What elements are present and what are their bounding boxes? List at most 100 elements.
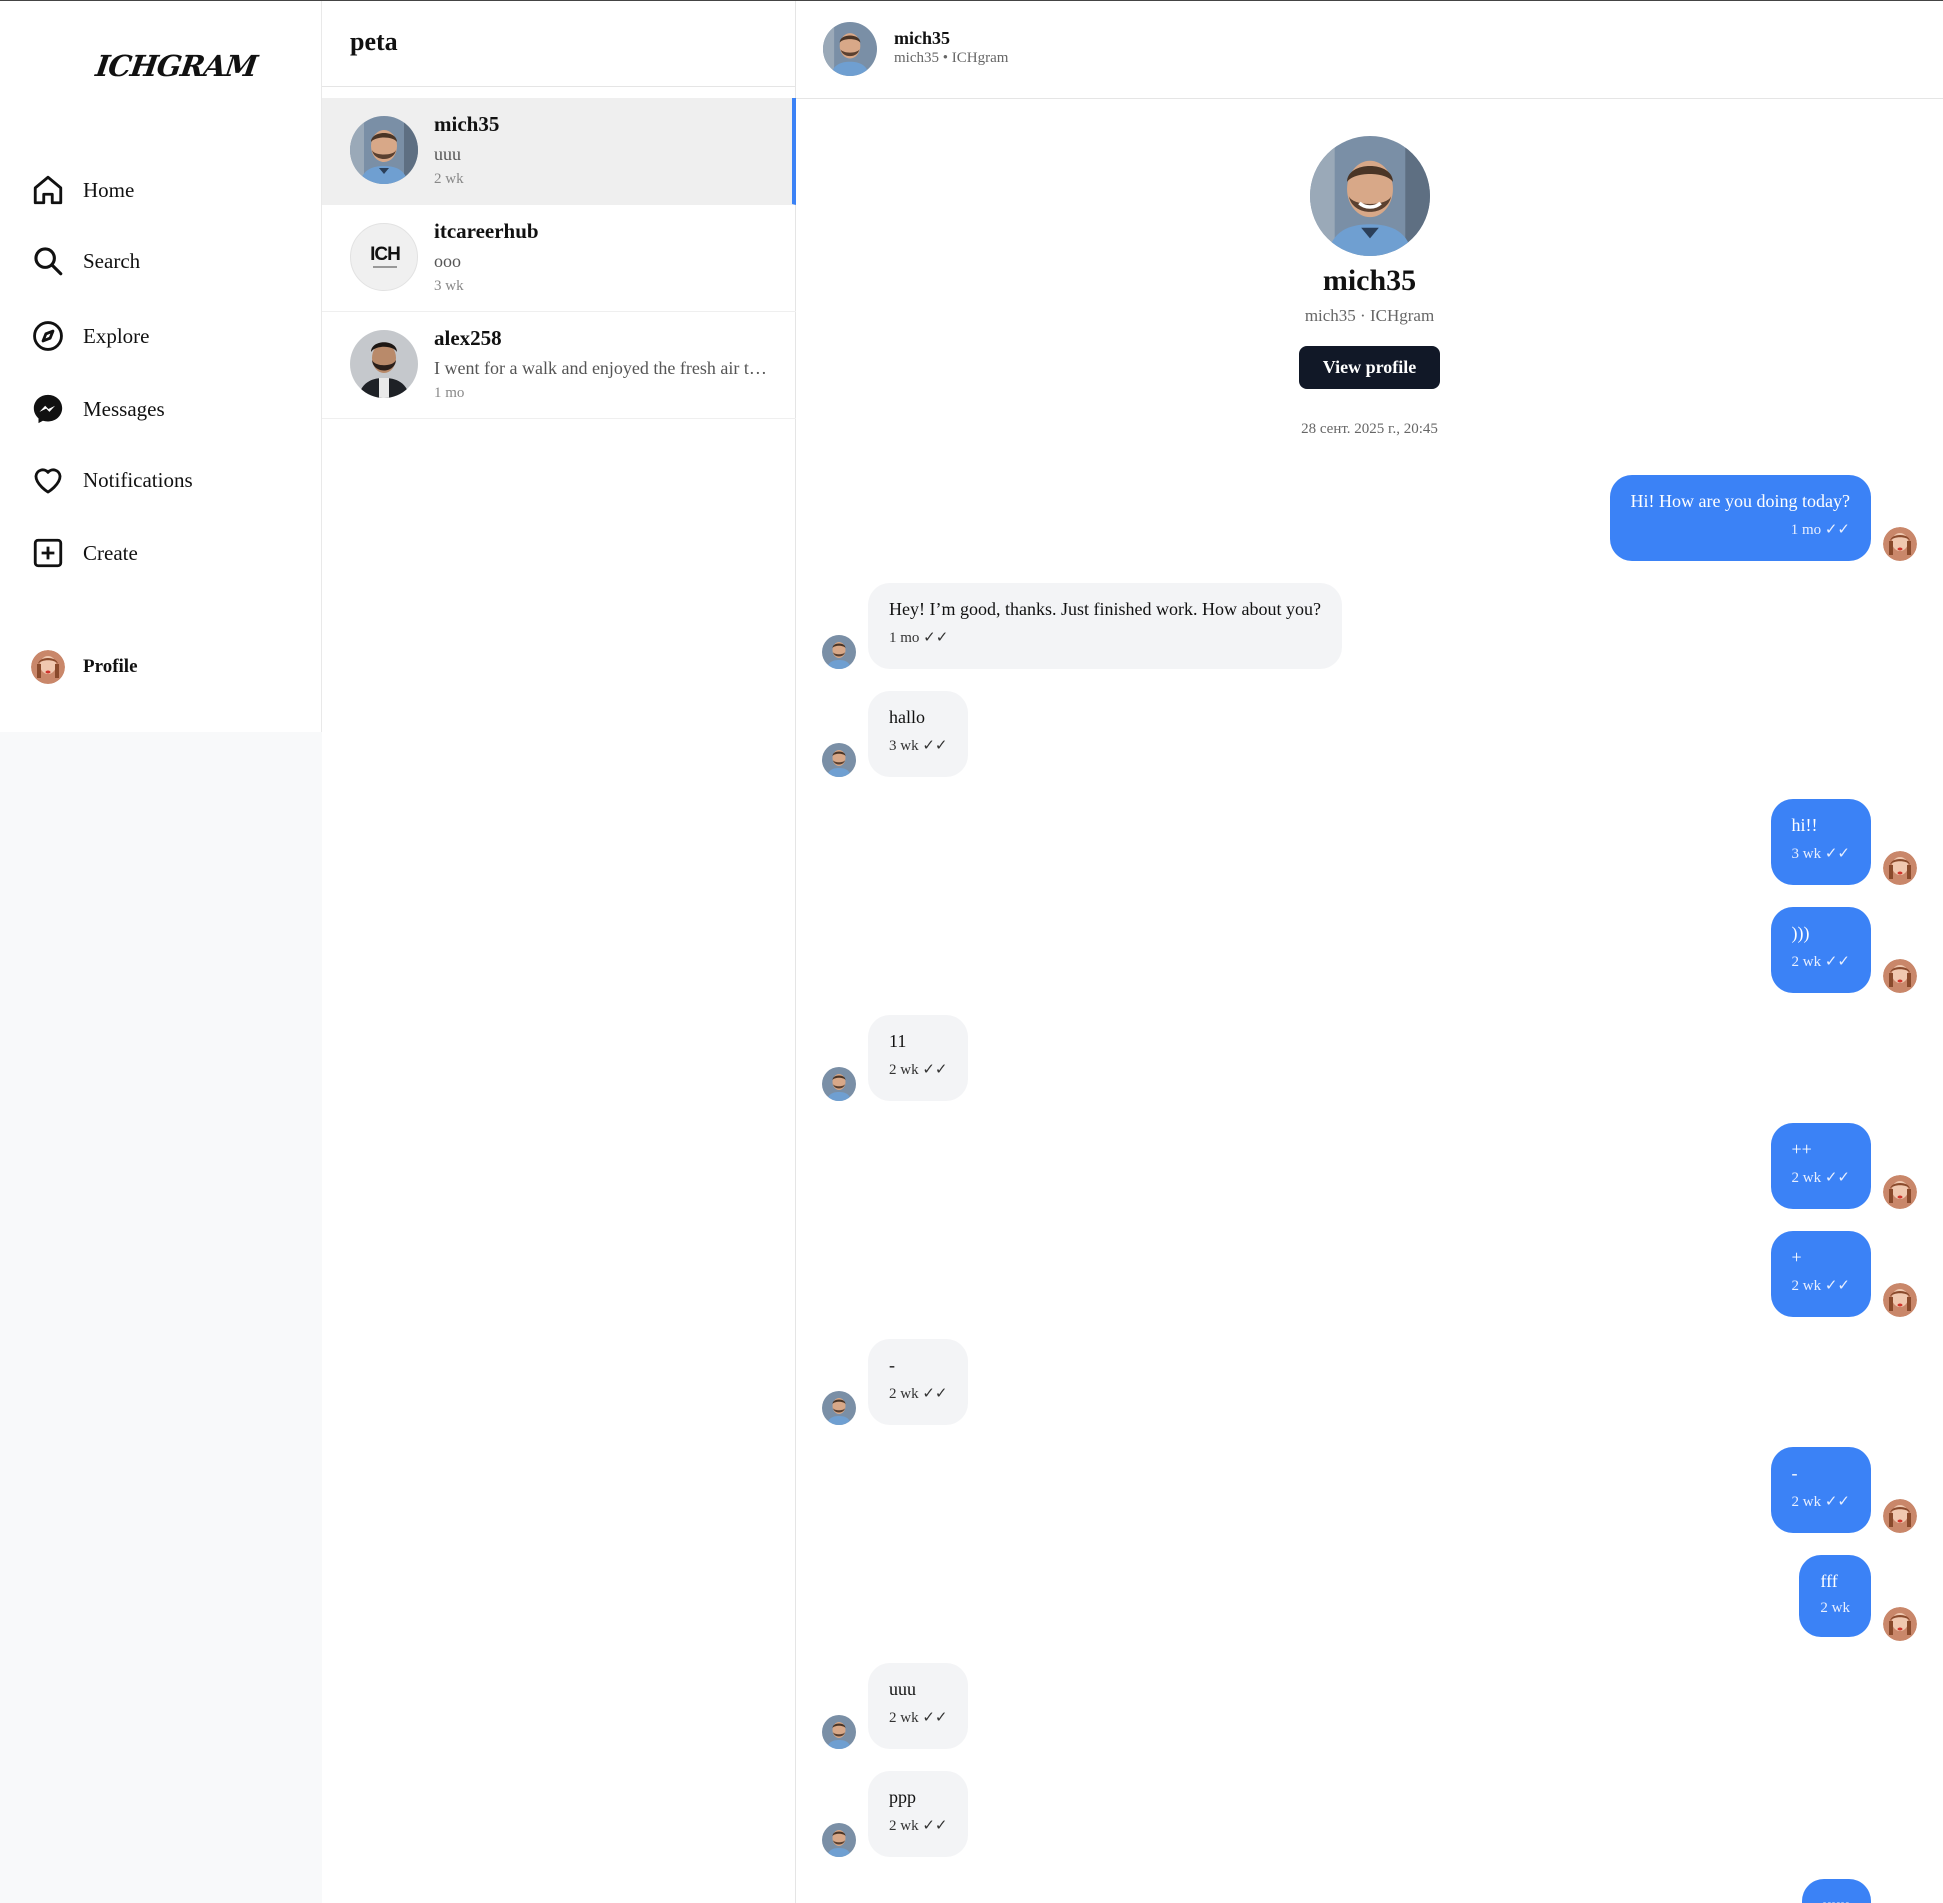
avatar (1883, 1607, 1917, 1641)
sidebar-item-search[interactable]: Search (31, 244, 140, 278)
sidebar-item-home[interactable]: Home (31, 173, 134, 207)
messenger-icon (33, 394, 63, 424)
avatar (822, 1067, 856, 1101)
message-time: 1 mo ✓✓ (1790, 522, 1850, 538)
message-incoming: Hey! I’m good, thanks. Just finished wor… (868, 583, 1342, 669)
sidebar-item-label: Messages (83, 396, 165, 421)
avatar-logo-line (373, 266, 397, 268)
message-bubble[interactable]: hallo 3 wk ✓✓ (868, 691, 969, 777)
avatar: ICH (350, 223, 418, 291)
avatar (1883, 527, 1917, 561)
message-time: 2 wk ✓✓ (889, 1710, 948, 1726)
conversation-list: peta mich35 uuu 2 wk ICH itcareerhub ooo… (322, 1, 796, 1903)
message-text: + (1791, 1247, 1802, 1267)
sidebar-item-notifications[interactable]: Notifications (31, 463, 193, 497)
home-icon (33, 175, 63, 205)
chat-header-subtitle: mich35 • ICHgram (894, 50, 1009, 66)
search-icon (34, 247, 63, 276)
conversation-item-alex258[interactable]: alex258 I went for a walk and enjoyed th… (322, 312, 796, 419)
sidebar-item-messages[interactable]: Messages (31, 392, 165, 426)
intro-subtitle: mich35 · ICHgram (1304, 306, 1435, 325)
conversation-list-header: peta (322, 1, 795, 87)
message-time: 2 wk ✓✓ (889, 1818, 948, 1834)
avatar (1883, 1175, 1917, 1209)
conversation-name: mich35 (434, 112, 500, 136)
message-bubble[interactable]: - 2 wk ✓✓ (1770, 1447, 1871, 1533)
message-outgoing: uuu (1802, 1879, 1871, 1903)
sidebar-item-label: Profile (83, 656, 138, 677)
message-outgoing: ++ 2 wk ✓✓ (1770, 1123, 1871, 1209)
message-bubble[interactable]: ))) 2 wk ✓✓ (1770, 907, 1871, 993)
avatar (822, 1823, 856, 1857)
message-time: 2 wk ✓✓ (889, 1386, 948, 1402)
message-incoming: uuu 2 wk ✓✓ (868, 1663, 969, 1749)
message-bubble[interactable]: Hey! I’m good, thanks. Just finished wor… (868, 583, 1342, 669)
message-text: - (889, 1355, 895, 1375)
conversation-list-title: peta (350, 27, 398, 56)
conversation-time: 3 wk (434, 278, 464, 294)
avatar (350, 330, 418, 398)
avatar (1883, 1283, 1917, 1317)
message-bubble[interactable]: 11 2 wk ✓✓ (868, 1015, 969, 1101)
message-incoming: hallo 3 wk ✓✓ (868, 691, 969, 777)
app-logo[interactable]: ICHGRAM (94, 49, 259, 83)
conversation-time: 1 mo (434, 385, 465, 401)
message-incoming: ppp 2 wk ✓✓ (868, 1771, 969, 1857)
message-outgoing: Hi! How are you doing today? 1 mo ✓✓ (1609, 475, 1871, 561)
message-bubble[interactable]: hi!! 3 wk ✓✓ (1770, 799, 1871, 885)
avatar (1883, 1499, 1917, 1533)
avatar (822, 743, 856, 777)
sidebar: ICHGRAM Home Search Explore Messages Not… (0, 1, 322, 1903)
message-time: 2 wk (1820, 1600, 1850, 1616)
chat-header-name[interactable]: mich35 (894, 28, 950, 49)
message-outgoing: +2 wk ✓✓ (1770, 1231, 1871, 1317)
chat-intro: mich35 mich35 · ICHgram View profile 28 … (796, 99, 1943, 438)
message-bubble[interactable]: uuu 2 wk ✓✓ (868, 1663, 969, 1749)
message-text: uuu (1823, 1895, 1850, 1903)
conversation-item-itcareerhub[interactable]: ICH itcareerhub ooo 3 wk (322, 205, 796, 312)
message-incoming: - 2 wk ✓✓ (868, 1339, 969, 1425)
sidebar-panel: ICHGRAM Home Search Explore Messages Not… (0, 1, 322, 732)
avatar (1883, 959, 1917, 993)
message-time: 1 mo ✓✓ (889, 630, 949, 646)
message-bubble[interactable]: Hi! How are you doing today? 1 mo ✓✓ (1609, 475, 1871, 561)
avatar-logo-text: ICH (370, 244, 401, 265)
message-time: 2 wk ✓✓ (1791, 954, 1850, 970)
message-outgoing: hi!! 3 wk ✓✓ (1770, 799, 1871, 885)
plus-square-icon (33, 538, 63, 568)
sidebar-item-label: Create (83, 540, 138, 565)
message-bubble[interactable]: uuu (1802, 1879, 1871, 1903)
message-text: - (1791, 1463, 1798, 1483)
message-outgoing: - 2 wk ✓✓ (1770, 1447, 1871, 1533)
message-time: 2 wk ✓✓ (1791, 1494, 1850, 1510)
message-bubble[interactable]: fff 2 wk (1799, 1555, 1871, 1637)
avatar (1883, 851, 1917, 885)
message-bubble[interactable]: ppp 2 wk ✓✓ (868, 1771, 969, 1857)
message-time: 2 wk ✓✓ (1791, 1278, 1850, 1294)
message-text: ))) (1791, 923, 1810, 943)
message-bubble[interactable]: +2 wk ✓✓ (1770, 1231, 1871, 1317)
sidebar-item-label: Notifications (83, 467, 193, 492)
conversation-preview: I went for a walk and enjoyed the fresh … (434, 358, 774, 378)
sidebar-item-create[interactable]: Create (31, 536, 138, 570)
sidebar-item-label: Home (83, 177, 135, 202)
message-text: hi!! (1791, 815, 1818, 835)
avatar (31, 650, 65, 684)
sidebar-item-profile[interactable]: Profile (31, 650, 138, 684)
message-time: 2 wk ✓✓ (889, 1062, 948, 1078)
message-time: 2 wk ✓✓ (1791, 1170, 1850, 1186)
message-incoming: 11 2 wk ✓✓ (868, 1015, 969, 1101)
message-bubble[interactable]: ++ 2 wk ✓✓ (1770, 1123, 1871, 1209)
avatar (1309, 136, 1430, 256)
sidebar-item-label: Search (83, 248, 141, 273)
message-time: 3 wk ✓✓ (1791, 846, 1850, 862)
conversation-item-mich35[interactable]: mich35 uuu 2 wk (322, 98, 796, 205)
chat-header: mich35 mich35 • ICHgram (796, 1, 1943, 99)
avatar (822, 1391, 856, 1425)
message-text: fff (1820, 1571, 1838, 1591)
sidebar-item-explore[interactable]: Explore (31, 319, 149, 353)
message-bubble[interactable]: - 2 wk ✓✓ (868, 1339, 969, 1425)
avatar[interactable] (823, 22, 877, 76)
view-profile-button[interactable]: View profile (1298, 346, 1441, 389)
conversation-preview: uuu (434, 144, 461, 164)
